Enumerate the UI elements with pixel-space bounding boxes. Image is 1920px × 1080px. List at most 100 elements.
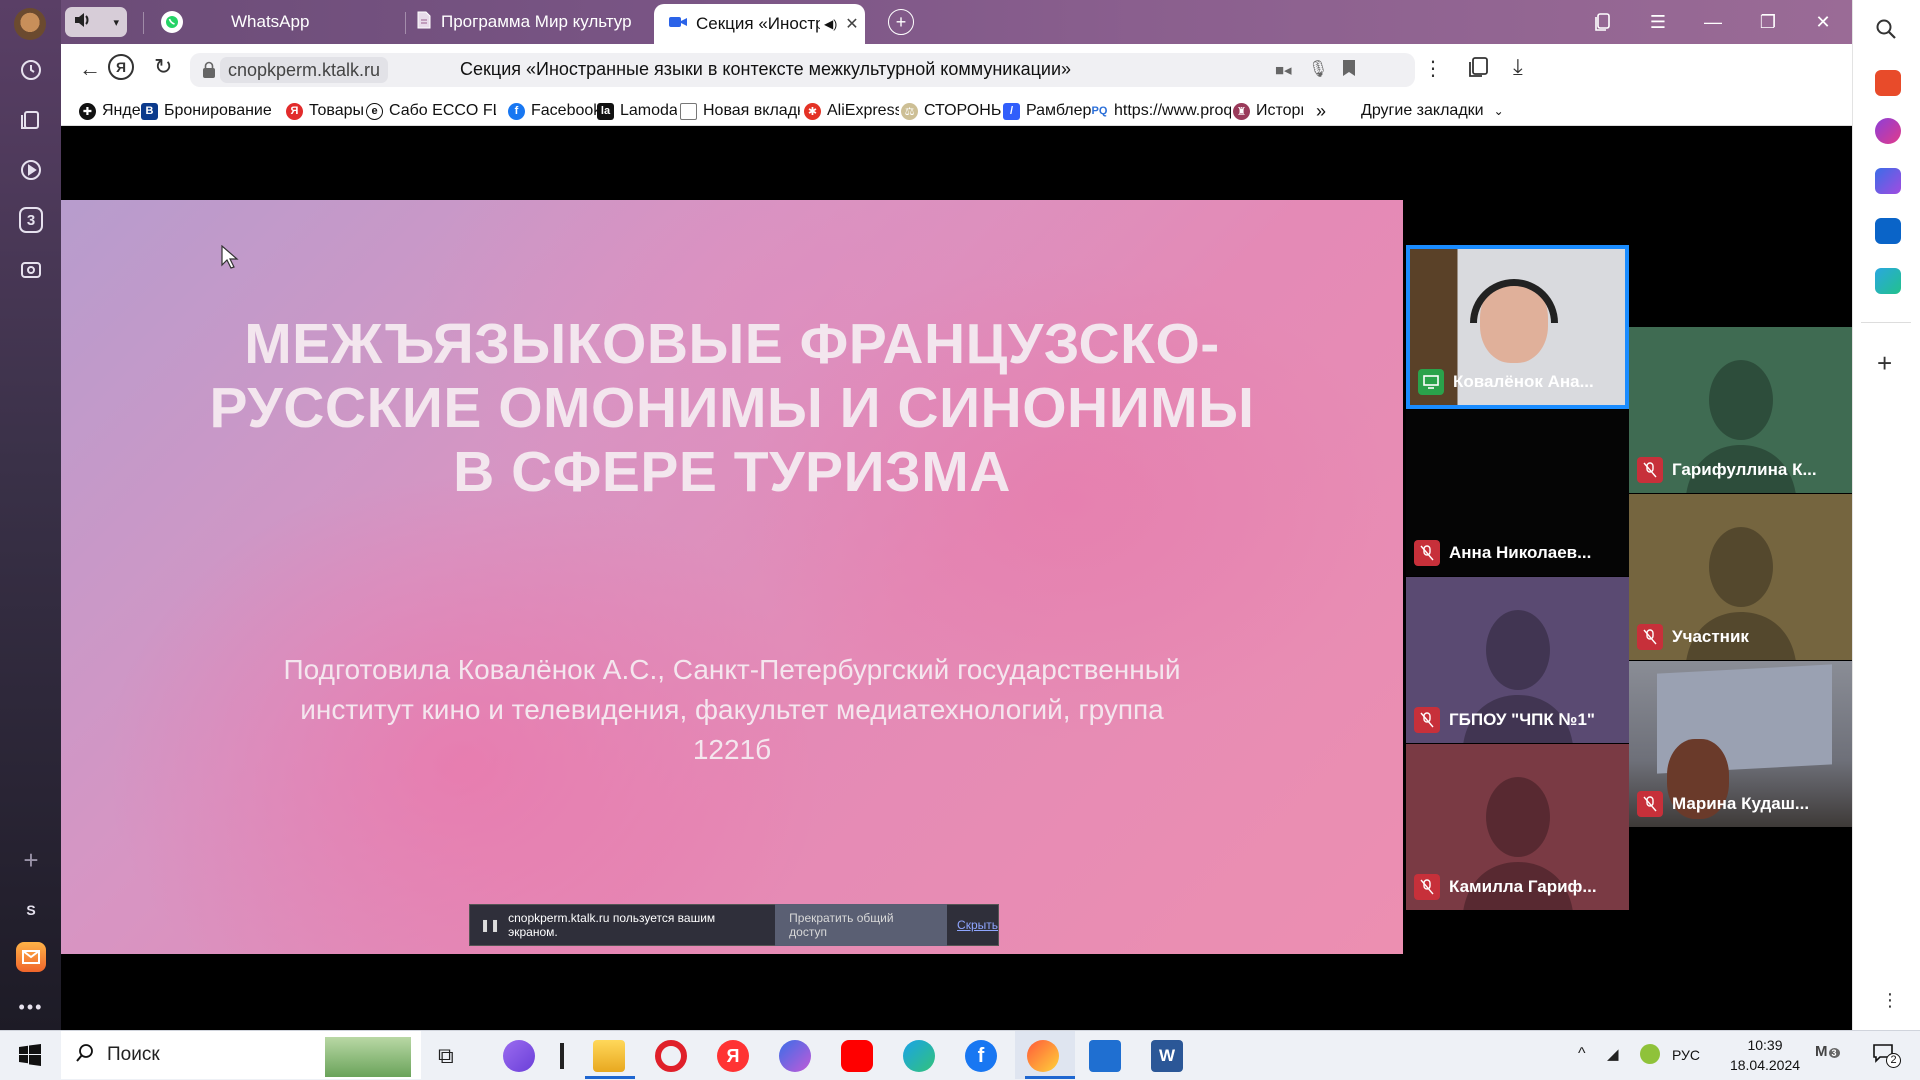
download-icon[interactable]: ⤓: [1513, 54, 1523, 80]
bookmark-item[interactable]: PQ https://www.proq: [1091, 100, 1231, 122]
browser-left-sidebar: 3 + S •••: [0, 0, 61, 1030]
outlook-app-icon[interactable]: [1875, 218, 1901, 244]
alice-icon[interactable]: [503, 1040, 535, 1072]
bookmark-icon[interactable]: [1342, 59, 1356, 82]
screenshot-icon[interactable]: [16, 255, 46, 285]
taskbar-clock[interactable]: 10:39 18.04.2024: [1720, 1035, 1810, 1075]
domain-chip: cnopkperm.ktalk.ru: [220, 57, 389, 83]
tab-label: WhatsApp: [231, 12, 310, 31]
tray-chevron-icon[interactable]: ^: [1578, 1045, 1586, 1063]
bookmark-item[interactable]: Я Товары: [286, 100, 366, 122]
yandex-browser-icon[interactable]: [1027, 1040, 1059, 1072]
tab-audio-group[interactable]: ▾: [61, 0, 136, 44]
mic-off-icon: [1637, 457, 1663, 483]
sidebar-letter-icon[interactable]: S: [16, 895, 46, 925]
back-arrow-icon[interactable]: ←: [79, 56, 101, 82]
messenger-app-icon[interactable]: [1875, 168, 1901, 194]
bookmark-item[interactable]: la Lamoda: [597, 100, 677, 122]
reload-icon[interactable]: ↻: [154, 54, 172, 80]
yandex-logo-icon[interactable]: Я: [108, 54, 134, 80]
add-app-icon[interactable]: +: [1877, 348, 1892, 379]
participant-tile[interactable]: Анна Николаев...: [1406, 410, 1629, 576]
hide-link[interactable]: Скрыть: [957, 918, 998, 932]
facebook-app-icon[interactable]: f: [965, 1040, 997, 1072]
add-panel-icon[interactable]: +: [16, 845, 46, 875]
opera-icon[interactable]: [655, 1040, 687, 1072]
restore-icon[interactable]: ❐: [1751, 8, 1785, 36]
yandex-icon: ✚: [79, 102, 96, 120]
stop-sharing-button[interactable]: Прекратить общий доступ: [775, 904, 948, 946]
slide-title: МЕЖЪЯЗЫКОВЫЕ ФРАНЦУЗСКО-РУССКИЕ ОМОНИМЫ …: [209, 312, 1255, 504]
youtube-icon[interactable]: [841, 1040, 873, 1072]
tab-label: Программа Мир культуры: [441, 12, 631, 31]
tray-app-icon[interactable]: [1640, 1044, 1660, 1064]
telegram-app-icon[interactable]: [1875, 268, 1901, 294]
task-view-icon[interactable]: ⧉: [438, 1043, 454, 1069]
tray-logo-icon[interactable]: M3: [1815, 1043, 1843, 1069]
history-site-icon: ♜: [1233, 102, 1250, 120]
history-icon[interactable]: [16, 55, 46, 85]
participant-label: Анна Николаев...: [1414, 540, 1591, 566]
microphone-icon[interactable]: 🎙: [1308, 59, 1328, 79]
more-vertical-icon[interactable]: ⋮: [1423, 56, 1443, 81]
tab-programma[interactable]: Программа Мир культуры: [417, 0, 642, 44]
participant-label: Ковалёнок Ана...: [1418, 369, 1594, 395]
close-tab-icon[interactable]: ✕: [845, 14, 858, 34]
tab-whatsapp[interactable]: WhatsApp: [161, 0, 401, 44]
participant-label: ГБПОУ "ЧПК №1": [1414, 707, 1595, 733]
collections-icon[interactable]: [16, 105, 46, 135]
bookmark-item[interactable]: BБронирование от: [141, 100, 271, 122]
bookmark-item[interactable]: eСабо ECCO FLOW: [366, 100, 496, 122]
participant-tile[interactable]: Камилла Гариф...: [1406, 744, 1629, 910]
mouse-cursor-icon: [221, 244, 239, 274]
video-camera-icon: [668, 14, 688, 34]
search-icon[interactable]: [1875, 18, 1901, 44]
mail-app-icon[interactable]: [16, 942, 46, 972]
yandex-market-icon: Я: [286, 102, 303, 120]
word-icon[interactable]: W: [1151, 1040, 1183, 1072]
yandex-app-icon[interactable]: Я: [717, 1040, 749, 1072]
file-explorer-icon[interactable]: [593, 1040, 625, 1072]
bookmark-item[interactable]: ♜Истори: [1233, 100, 1303, 122]
taskbar-search-box[interactable]: Поиск: [61, 1031, 421, 1079]
address-bar[interactable]: cnopkperm.ktalk.ru Секция «Иностранные я…: [190, 53, 1415, 87]
facebook-icon: f: [508, 102, 525, 120]
windows-start-icon[interactable]: [18, 1043, 42, 1072]
participant-tile[interactable]: Участник: [1629, 494, 1852, 660]
bookmark-item[interactable]: / Рамблер: [1003, 100, 1093, 122]
language-indicator[interactable]: РУС: [1672, 1047, 1700, 1063]
participant-tile[interactable]: Ковалёнок Ана...: [1406, 245, 1629, 409]
collections-toolbar-icon[interactable]: [1468, 56, 1490, 83]
bookmarks-more-button[interactable]: »: [1316, 100, 1336, 122]
participant-tile[interactable]: Марина Кудаш...: [1629, 661, 1852, 827]
games-app-icon[interactable]: [1875, 118, 1901, 144]
mail-icon[interactable]: [1089, 1040, 1121, 1072]
briefcase-app-icon[interactable]: [1875, 70, 1901, 96]
other-bookmarks-button[interactable]: Другие закладки ⌄: [1361, 100, 1521, 122]
bookmark-item[interactable]: Новая вкладка: [680, 100, 800, 122]
aliexpress-icon: ✱: [804, 102, 821, 120]
messenger-icon[interactable]: [779, 1040, 811, 1072]
network-icon[interactable]: ◢: [1607, 1045, 1619, 1063]
new-tab-button[interactable]: +: [888, 0, 918, 44]
participant-tile[interactable]: ГБПОУ "ЧПК №1": [1406, 577, 1629, 743]
edge-icon[interactable]: [903, 1040, 935, 1072]
bookmark-item[interactable]: ✱ AliExpress: [804, 100, 899, 122]
profile-avatar[interactable]: [14, 8, 46, 40]
bookmark-item[interactable]: ⚖ СТОРОНЫ: [901, 100, 1001, 122]
close-window-icon[interactable]: ✕: [1806, 8, 1840, 36]
whatsapp-icon: [161, 11, 183, 33]
mic-off-icon: [1414, 874, 1440, 900]
tab-ktalk-active[interactable]: Секция «Иностранные языки в контексте ме…: [654, 4, 865, 44]
bookmark-item[interactable]: f Facebook: [508, 100, 603, 122]
participant-tile[interactable]: Гарифуллина К...: [1629, 327, 1852, 493]
tab-count-icon[interactable]: 3: [19, 207, 43, 233]
notifications-icon[interactable]: 2: [1872, 1043, 1902, 1069]
menu-icon[interactable]: ☰: [1641, 8, 1675, 36]
video-play-icon[interactable]: [16, 155, 46, 185]
more-vertical-icon[interactable]: ⋮: [1881, 990, 1899, 1011]
minimize-icon[interactable]: —: [1696, 8, 1730, 36]
camera-icon[interactable]: ■◂: [1275, 61, 1292, 79]
bookmarks-icon[interactable]: [1586, 8, 1620, 36]
more-options-icon[interactable]: •••: [16, 992, 46, 1022]
